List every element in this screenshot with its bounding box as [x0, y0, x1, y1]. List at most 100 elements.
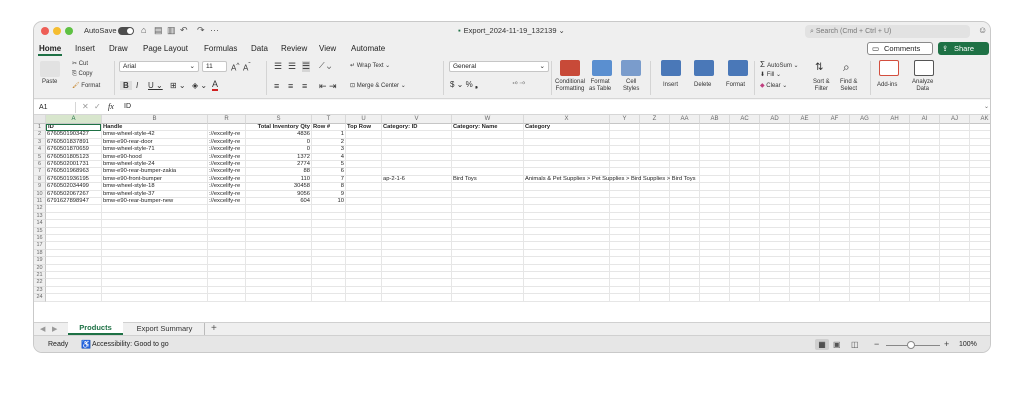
document-title[interactable]: ▪ Export_2024-11-19_132139 ⌄ — [458, 26, 565, 35]
table-cell[interactable]: ://excelify-re — [208, 154, 245, 161]
orientation-icon[interactable]: ⟋ ⌄ — [319, 61, 331, 71]
column-header-y[interactable]: Y — [610, 115, 640, 124]
conditional-formatting-button[interactable]: Conditional Formatting — [555, 79, 585, 93]
row-header-3[interactable]: 3 — [34, 138, 46, 147]
column-title-cell[interactable]: Handle — [102, 124, 207, 131]
confirm-icon[interactable]: ✓ — [94, 102, 101, 111]
table-cell[interactable]: ap-2-1-6 — [382, 176, 451, 183]
tab-insert[interactable]: Insert — [75, 44, 95, 53]
row-header-24[interactable]: 24 — [34, 294, 46, 302]
row-header-17[interactable]: 17 — [34, 242, 46, 250]
table-cell[interactable]: 5 — [312, 161, 345, 168]
column-header-u[interactable]: U — [346, 115, 382, 124]
column-title-cell[interactable]: Row # — [312, 124, 345, 131]
search-box[interactable]: ⌕ Search (Cmd + Ctrl + U) — [805, 25, 970, 38]
table-cell[interactable]: bmw-wheel-style-37 — [102, 191, 207, 198]
find-select-button[interactable]: Find & Select — [840, 79, 857, 93]
table-cell[interactable]: ://excelify-re — [208, 161, 245, 168]
row-header-13[interactable]: 13 — [34, 212, 46, 221]
profile-icon[interactable]: ☺ — [978, 25, 987, 35]
paste-label[interactable]: Paste — [42, 79, 57, 85]
underline-button[interactable]: U ⌄ — [148, 81, 163, 90]
italic-button[interactable]: I — [136, 81, 138, 90]
tab-data[interactable]: Data — [251, 44, 268, 53]
table-cell[interactable]: 9056 — [246, 191, 311, 198]
row-header-22[interactable]: 22 — [34, 279, 46, 287]
autosave-toggle[interactable] — [118, 27, 134, 35]
row-header-12[interactable]: 12 — [34, 205, 46, 213]
table-cell[interactable]: bmw-wheel-style-42 — [102, 131, 207, 138]
tab-draw[interactable]: Draw — [109, 44, 128, 53]
decrease-font-icon[interactable]: Aˇ — [243, 62, 251, 73]
align-middle-icon[interactable]: ☰ — [288, 61, 296, 72]
insert-button[interactable]: Insert — [663, 82, 678, 88]
table-cell[interactable]: 110 — [246, 176, 311, 183]
add-sheet-button[interactable]: + — [211, 323, 217, 334]
table-cell[interactable]: ://excelify-re — [208, 168, 245, 175]
table-cell[interactable]: bmw-e90-rear-bumper-zakia — [102, 168, 207, 175]
format-as-table-button[interactable]: Format as Table — [589, 79, 611, 93]
table-cell[interactable]: 6760501805123 — [46, 154, 101, 161]
page-break-view-icon[interactable]: ◫ — [851, 340, 859, 349]
table-cell[interactable]: 6791627898947 — [46, 198, 101, 205]
accessibility-status[interactable]: Accessibility: Good to go — [92, 341, 169, 348]
table-cell[interactable]: bmw-e90-rear-door — [102, 139, 207, 146]
minimize-window-button[interactable] — [53, 27, 61, 35]
formula-input[interactable]: ID — [124, 103, 131, 110]
autosum-button[interactable]: Σ AutoSum ⌄ — [760, 60, 799, 69]
column-header-t[interactable]: T — [312, 115, 346, 124]
insert-cells-icon[interactable] — [661, 60, 681, 76]
row-header-16[interactable]: 16 — [34, 235, 46, 243]
analyze-data-icon[interactable] — [914, 60, 934, 76]
align-left-icon[interactable]: ≡ — [274, 81, 279, 91]
expand-formula-icon[interactable]: ⌄ — [984, 103, 989, 110]
table-cell[interactable]: 3 — [312, 146, 345, 153]
row-header-14[interactable]: 14 — [34, 220, 46, 228]
number-format-select[interactable]: General ⌄ — [449, 61, 549, 72]
align-center-icon[interactable]: ≡ — [288, 81, 293, 91]
table-cell[interactable]: 10 — [312, 198, 345, 205]
column-header-ah[interactable]: AH — [880, 115, 910, 124]
addins-button[interactable]: Add-ins — [877, 82, 897, 88]
table-cell[interactable]: bmw-wheel-style-18 — [102, 183, 207, 190]
bold-button[interactable]: B — [120, 81, 132, 90]
find-select-icon[interactable]: ⌕ — [843, 60, 850, 75]
next-sheet-icon[interactable]: ▶ — [52, 325, 57, 333]
font-name-select[interactable]: Arial ⌄ — [119, 61, 199, 72]
table-cell[interactable]: Animals & Pet Supplies > Pet Supplies > … — [524, 176, 824, 183]
column-header-aj[interactable]: AJ — [940, 115, 970, 124]
row-header-8[interactable]: 8 — [34, 175, 46, 184]
row-header-6[interactable]: 6 — [34, 161, 46, 169]
table-cell[interactable]: 88 — [246, 168, 311, 175]
column-title-cell[interactable]: Category: ID — [382, 124, 451, 131]
row-header-20[interactable]: 20 — [34, 264, 46, 272]
table-cell[interactable]: 7 — [312, 176, 345, 183]
row-header-2[interactable]: 2 — [34, 131, 46, 139]
print-icon[interactable]: ▥ — [167, 25, 176, 36]
spreadsheet-grid[interactable]: A B R S T U V W X Y Z AA AB AC AD AE AF AG AH AI AJ AK 123456… — [34, 115, 990, 343]
fill-button[interactable]: ⬇ Fill ⌄ — [760, 71, 781, 78]
table-cell[interactable]: ://excelify-re — [208, 139, 245, 146]
table-cell[interactable]: ://excelify-re — [208, 176, 245, 183]
merge-center-button[interactable]: ⊡ Merge & Center ⌄ — [350, 82, 406, 89]
table-cell[interactable]: 0 — [246, 139, 311, 146]
format-cells-icon[interactable] — [728, 60, 748, 76]
tab-automate[interactable]: Automate — [351, 44, 385, 53]
row-header-10[interactable]: 10 — [34, 190, 46, 198]
column-header-w[interactable]: W — [452, 115, 524, 124]
wrap-text-button[interactable]: ↵ Wrap Text ⌄ — [350, 62, 390, 69]
column-header-v[interactable]: V — [382, 115, 452, 124]
normal-view-icon[interactable]: ▦ — [815, 339, 829, 350]
table-cell[interactable]: 9 — [312, 191, 345, 198]
row-header-7[interactable]: 7 — [34, 168, 46, 176]
row-header-4[interactable]: 4 — [34, 146, 46, 154]
column-header-ab[interactable]: AB — [700, 115, 730, 124]
row-header-9[interactable]: 9 — [34, 183, 46, 191]
page-layout-view-icon[interactable]: ▣ — [833, 340, 841, 349]
table-cell[interactable]: 2774 — [246, 161, 311, 168]
zoom-window-button[interactable] — [65, 27, 73, 35]
fill-color-icon[interactable]: ◈ ⌄ — [192, 81, 207, 90]
format-as-table-icon[interactable] — [592, 60, 612, 76]
table-cell[interactable]: 8 — [312, 183, 345, 190]
table-cell[interactable]: ://excelify-re — [208, 146, 245, 153]
